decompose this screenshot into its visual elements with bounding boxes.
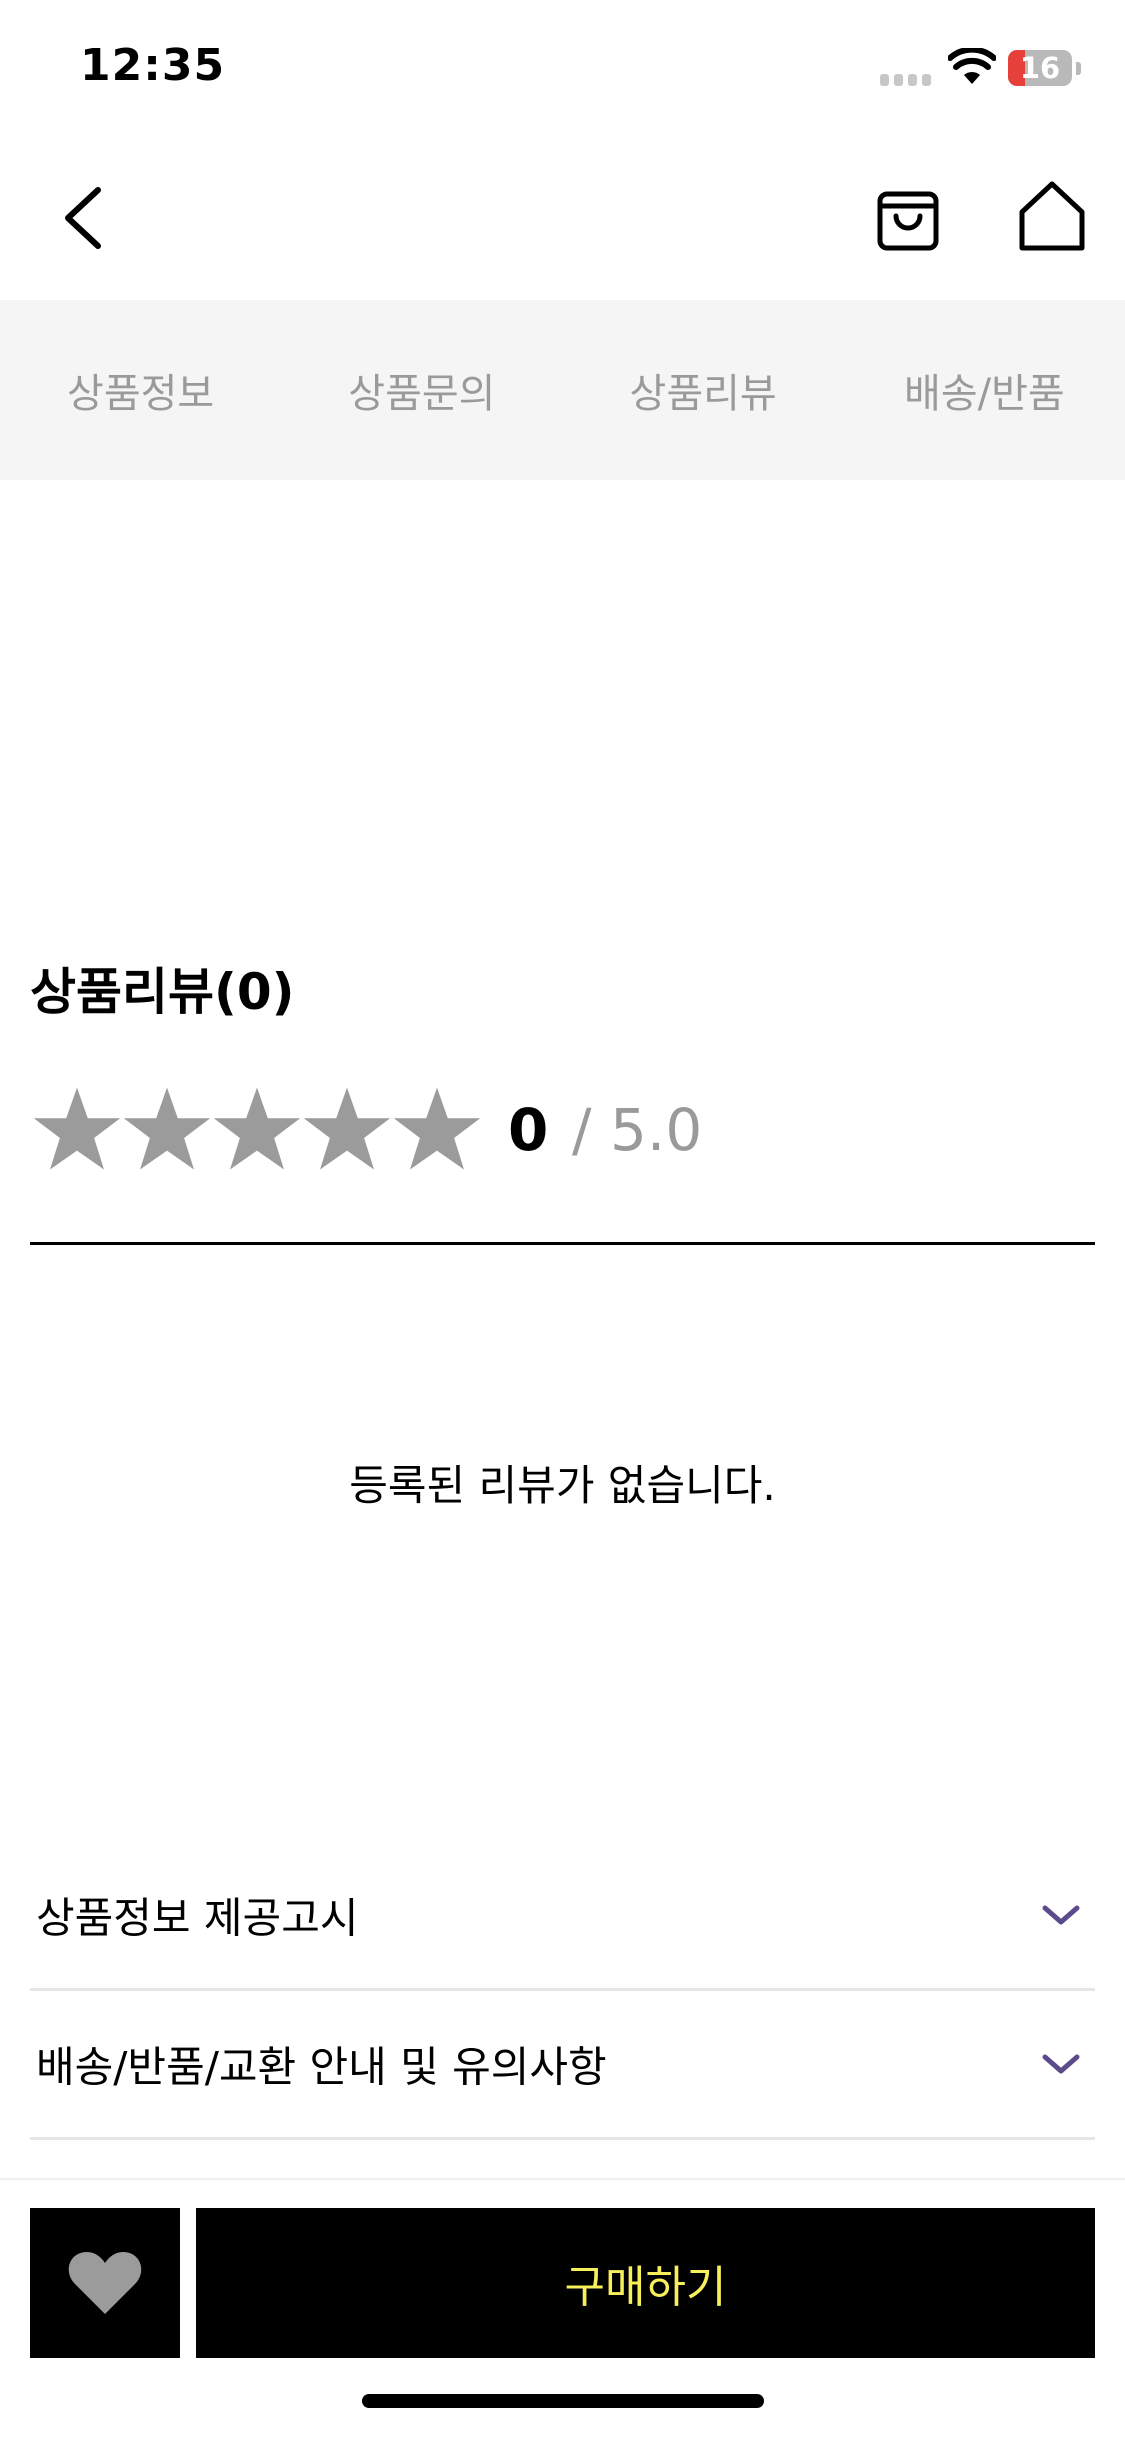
star-icon	[123, 1087, 211, 1170]
accordion-shipping-info[interactable]: 배송/반품/교환 안내 및 유의사항	[30, 1991, 1095, 2140]
accordion-label: 배송/반품/교환 안내 및 유의사항	[36, 2042, 607, 2092]
review-divider	[30, 1242, 1095, 1245]
like-button[interactable]	[30, 2208, 180, 2358]
star-icon	[33, 1087, 121, 1170]
rating-stars	[32, 1084, 482, 1174]
tab-product-info[interactable]: 상품정보	[0, 300, 281, 480]
star-icon	[303, 1087, 391, 1170]
review-score: 0	[508, 1096, 549, 1164]
status-time: 12:35	[80, 40, 226, 91]
battery-level: 16	[1019, 51, 1061, 85]
chevron-left-icon	[65, 187, 101, 249]
cellular-signal-icon	[880, 72, 934, 86]
star-icon	[393, 1087, 481, 1170]
battery-icon: 16	[1008, 50, 1072, 86]
home-button[interactable]	[1016, 180, 1088, 252]
heart-icon	[68, 2252, 142, 2314]
product-tabs: 상품정보 상품문의 상품리뷰 배송/반품	[0, 300, 1125, 480]
home-icon	[1019, 181, 1085, 251]
wifi-icon	[948, 48, 996, 84]
chevron-down-icon	[1042, 2054, 1080, 2074]
empty-review-message: 등록된 리뷰가 없습니다.	[349, 1461, 776, 1510]
buy-button[interactable]: 구매하기	[196, 2208, 1095, 2358]
cart-button[interactable]	[872, 180, 944, 252]
home-indicator[interactable]	[362, 2394, 764, 2408]
tab-product-inquiry[interactable]: 상품문의	[281, 300, 562, 480]
star-icon	[213, 1087, 301, 1170]
review-section-title: 상품리뷰(0)	[30, 963, 295, 1021]
tab-product-review[interactable]: 상품리뷰	[563, 300, 844, 480]
shopping-bag-icon	[877, 191, 939, 251]
battery-cap	[1076, 62, 1081, 75]
back-button[interactable]	[52, 178, 112, 258]
accordion-label: 상품정보 제공고시	[36, 1893, 359, 1943]
review-score-max: / 5.0	[572, 1096, 703, 1164]
chevron-down-icon	[1042, 1905, 1080, 1925]
accordion-product-notice[interactable]: 상품정보 제공고시	[30, 1842, 1095, 1991]
tab-shipping-return[interactable]: 배송/반품	[844, 300, 1125, 480]
